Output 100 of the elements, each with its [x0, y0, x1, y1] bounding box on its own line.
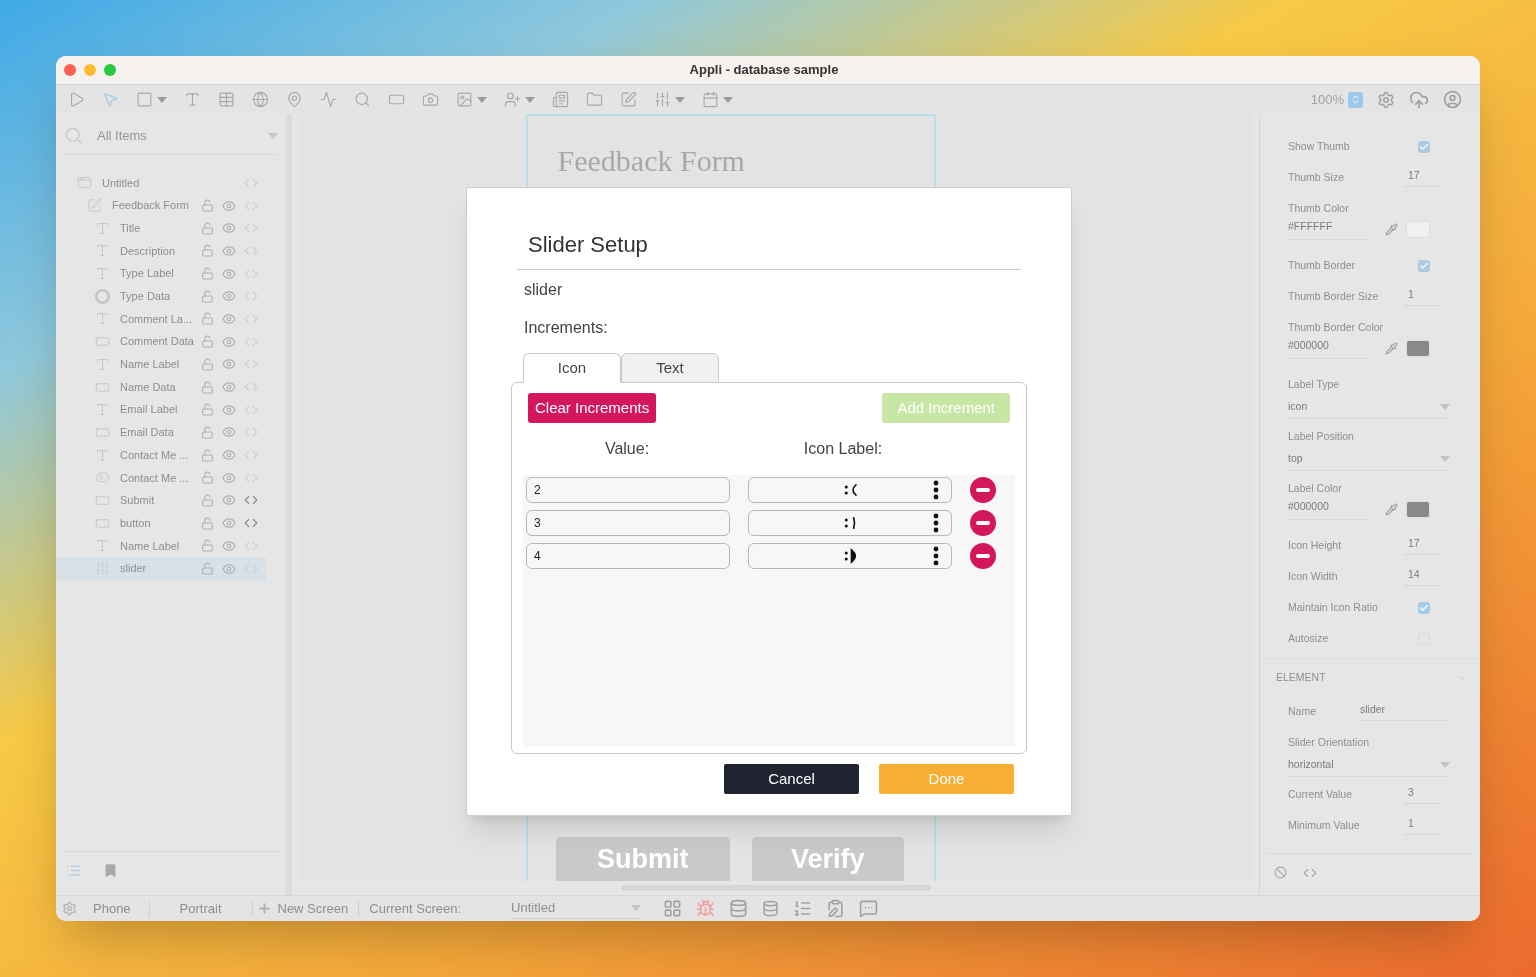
done-button[interactable]: Done	[879, 764, 1014, 794]
eye-icon[interactable]	[222, 243, 236, 258]
tree-item[interactable]: Email Label	[56, 398, 266, 422]
tree-item[interactable]: Comment Data	[56, 330, 266, 353]
eyedropper-icon[interactable]	[1385, 222, 1398, 236]
tree-item[interactable]: button	[56, 511, 266, 535]
list-icon[interactable]	[793, 899, 813, 918]
eye-icon[interactable]	[222, 357, 236, 372]
more-icon[interactable]	[933, 546, 939, 566]
tree-item[interactable]: Name Label	[56, 534, 266, 558]
eye-icon[interactable]	[222, 311, 236, 326]
number-field[interactable]: 17	[1404, 535, 1442, 556]
folder-icon[interactable]	[586, 91, 603, 108]
table-icon[interactable]	[218, 91, 235, 108]
tree-item[interactable]: Title	[56, 216, 266, 240]
tree-item[interactable]: Submit	[56, 489, 266, 512]
edit-icon[interactable]	[620, 91, 637, 108]
screen-dropdown[interactable]: Untitled	[511, 898, 642, 919]
tab[interactable]: Text	[621, 353, 719, 383]
lock-icon[interactable]	[201, 312, 214, 326]
checkbox[interactable]	[1418, 601, 1430, 614]
eye-icon[interactable]	[222, 470, 236, 485]
color-field[interactable]: #000000	[1288, 498, 1366, 520]
lock-icon[interactable]	[201, 357, 214, 371]
globe-icon[interactable]	[252, 91, 269, 108]
bookmark-icon[interactable]	[103, 863, 118, 878]
dropdown[interactable]: top	[1288, 450, 1450, 471]
eye-icon[interactable]	[222, 380, 236, 395]
number-field[interactable]: 17	[1404, 167, 1442, 188]
zoom-button[interactable]	[104, 64, 116, 76]
disable-icon[interactable]	[1274, 866, 1287, 879]
value-field[interactable]: 4	[526, 543, 730, 569]
checkbox[interactable]	[1418, 140, 1430, 153]
tree-item[interactable]: Feedback Form	[56, 194, 266, 217]
lock-icon[interactable]	[201, 539, 214, 553]
dropdown[interactable]: horizontal	[1288, 756, 1450, 777]
more-icon[interactable]	[933, 513, 939, 533]
eye-icon[interactable]	[222, 289, 236, 304]
lock-icon[interactable]	[201, 244, 214, 258]
play-icon[interactable]	[68, 91, 85, 108]
color-field[interactable]: #000000	[1288, 337, 1366, 359]
chart-icon[interactable]	[320, 91, 337, 108]
number-field[interactable]: 1	[1404, 286, 1442, 307]
eye-icon[interactable]	[222, 425, 236, 440]
remove-button[interactable]	[970, 543, 996, 569]
chat-icon[interactable]	[859, 899, 879, 918]
lock-icon[interactable]	[201, 267, 214, 281]
remove-button[interactable]	[970, 510, 996, 536]
minimize-button[interactable]	[84, 64, 96, 76]
eye-icon[interactable]	[222, 516, 236, 531]
color-field[interactable]: #FFFFFF	[1288, 218, 1366, 240]
list-icon[interactable]	[552, 91, 569, 108]
text-icon[interactable]	[184, 91, 201, 108]
dropdown[interactable]: icon	[1288, 398, 1450, 419]
camera-icon[interactable]	[422, 91, 439, 108]
database-icon[interactable]	[762, 900, 780, 917]
list-icon[interactable]	[66, 863, 81, 878]
settings-icon[interactable]	[1377, 90, 1395, 109]
eye-icon[interactable]	[222, 334, 236, 349]
add-user-icon[interactable]	[504, 91, 521, 108]
eye-icon[interactable]	[222, 448, 236, 463]
eye-icon[interactable]	[222, 538, 236, 553]
checkbox[interactable]	[1418, 259, 1430, 272]
user-icon[interactable]	[1443, 90, 1462, 109]
bug-icon[interactable]	[696, 899, 716, 918]
tab[interactable]: Icon	[523, 353, 621, 383]
close-button[interactable]	[64, 64, 76, 76]
cancel-button[interactable]: Cancel	[724, 764, 859, 794]
lock-icon[interactable]	[201, 471, 214, 485]
tree-item[interactable]: slider	[56, 557, 266, 580]
map-pin-icon[interactable]	[286, 91, 303, 108]
remove-button[interactable]	[970, 477, 996, 503]
sliders-icon[interactable]	[654, 91, 671, 108]
value-field[interactable]: 2	[526, 477, 730, 503]
cloud-upload-icon[interactable]	[1409, 89, 1429, 110]
number-field[interactable]: 1	[1404, 815, 1442, 836]
lock-icon[interactable]	[201, 380, 214, 394]
lock-icon[interactable]	[201, 493, 214, 507]
search-field[interactable]: All Items	[97, 126, 268, 146]
clipboard-icon[interactable]	[826, 899, 846, 918]
eyedropper-icon[interactable]	[1385, 341, 1398, 355]
eye-icon[interactable]	[222, 561, 236, 576]
tree-item[interactable]: Type Label	[56, 262, 266, 285]
new-screen-button[interactable]: New Screen	[256, 898, 349, 919]
tree-item[interactable]: Name Label	[56, 353, 266, 376]
lock-icon[interactable]	[201, 335, 214, 349]
eye-icon[interactable]	[222, 198, 236, 213]
eye-icon[interactable]	[222, 266, 236, 281]
lock-icon[interactable]	[201, 403, 214, 417]
database-icon[interactable]	[729, 899, 749, 918]
value-field[interactable]: 3	[526, 510, 730, 536]
clear-increments-button[interactable]: Clear Increments	[528, 393, 657, 423]
tree-item[interactable]: Contact Me ...	[56, 443, 266, 467]
tree-item[interactable]: Contact Me ...	[56, 466, 266, 490]
lock-icon[interactable]	[201, 425, 214, 439]
grid-icon[interactable]	[663, 899, 683, 918]
number-field[interactable]: 3	[1404, 784, 1442, 805]
eye-icon[interactable]	[222, 402, 236, 417]
eye-icon[interactable]	[222, 221, 236, 236]
tree-item[interactable]: Email Data	[56, 421, 266, 444]
